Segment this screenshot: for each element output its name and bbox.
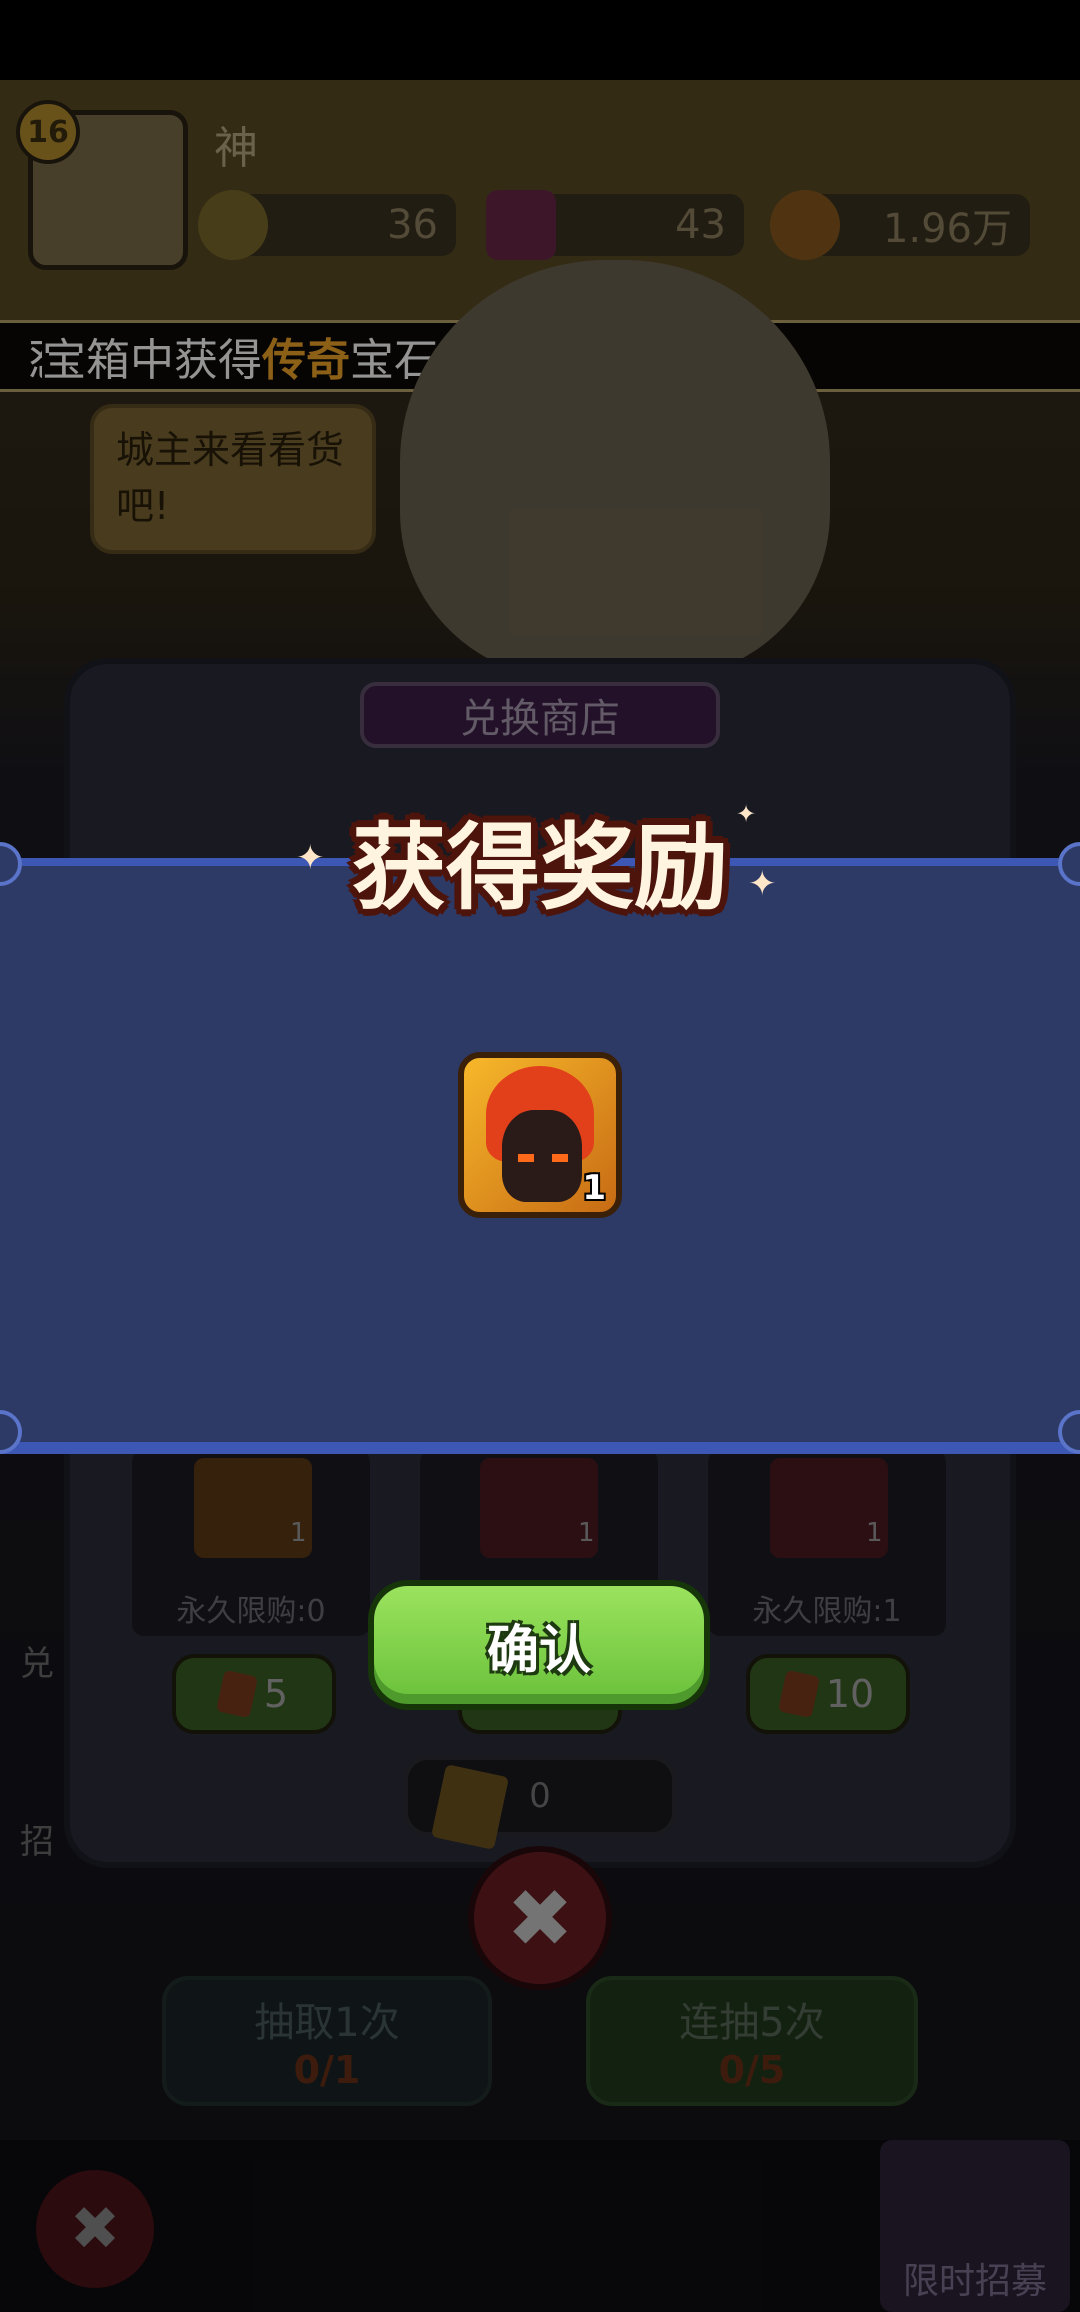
hero-eye — [552, 1154, 568, 1162]
sparkle-icon: ✦ — [296, 838, 325, 878]
sparkle-icon: ✦ — [748, 864, 777, 904]
sparkle-icon: ✦ — [736, 800, 757, 828]
reward-item-count: 1 — [582, 1168, 606, 1208]
reward-title: 获得奖励 — [351, 814, 728, 923]
hero-eye — [518, 1154, 534, 1162]
confirm-label: 确认 — [486, 1620, 591, 1681]
confirm-button[interactable]: 确认 — [368, 1580, 710, 1710]
reward-item-slot[interactable]: 1 — [458, 1052, 622, 1218]
hero-face-icon — [502, 1110, 582, 1202]
